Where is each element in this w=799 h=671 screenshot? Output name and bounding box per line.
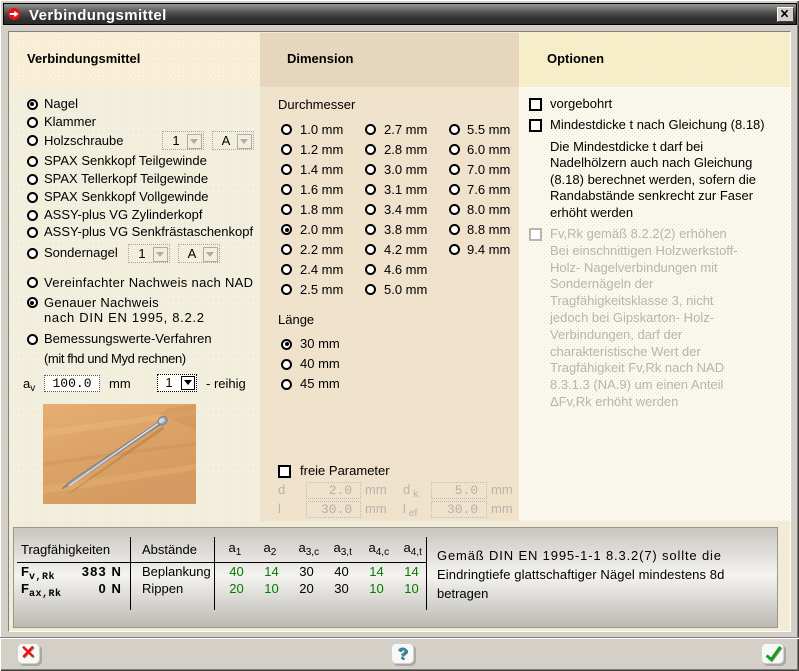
svg-text:?: ?	[397, 644, 407, 663]
